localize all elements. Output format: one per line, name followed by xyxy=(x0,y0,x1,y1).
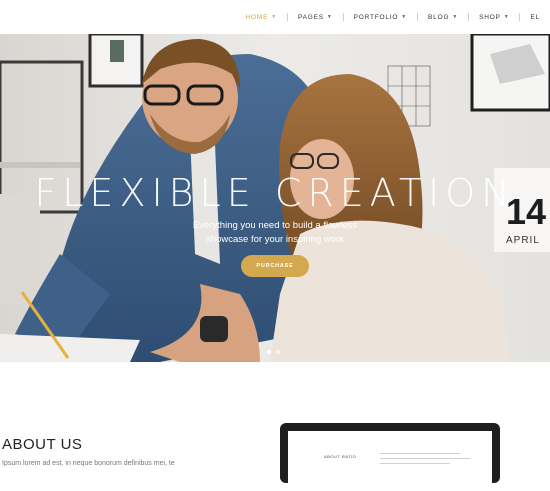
nav-item-pages[interactable]: PAGES ▼ xyxy=(288,14,343,21)
nav-item-label: HOME xyxy=(245,13,269,21)
slider-pagination xyxy=(267,350,280,354)
laptop-screen-label: ABOUT RATIO xyxy=(324,454,357,459)
slider-dot[interactable] xyxy=(276,350,280,354)
hero-subtitle-line: Everything you need to build a flawless xyxy=(192,220,358,231)
main-nav: HOME ▼ PAGES ▼ PORTFOLIO ▼ BLOG ▼ SHOP ▼… xyxy=(236,0,550,34)
laptop-mockup: ABOUT RATIO xyxy=(280,423,500,491)
chevron-down-icon: ▼ xyxy=(271,14,277,20)
nav-item-label: SHOP xyxy=(479,13,501,21)
nav-item-blog[interactable]: BLOG ▼ xyxy=(418,14,468,21)
nav-item-portfolio[interactable]: PORTFOLIO ▼ xyxy=(344,14,417,21)
hero-title: FLEXIBLE CREATION xyxy=(34,171,516,215)
chevron-down-icon: ▼ xyxy=(503,14,510,20)
hero-slider: 14 APRIL FLEXIBLE CREATION Everything yo… xyxy=(0,34,550,362)
hero-subtitle: Everything you need to build a flawless … xyxy=(0,219,550,247)
hero-subtitle-line: showcase for your inspiring work xyxy=(206,234,344,245)
laptop-screen: ABOUT RATIO xyxy=(288,431,492,491)
chevron-down-icon: ▼ xyxy=(401,14,408,20)
nav-item-label: EL xyxy=(530,13,540,21)
nav-item-elements[interactable]: EL xyxy=(520,14,550,21)
chevron-down-icon: ▼ xyxy=(452,14,459,20)
purchase-button[interactable]: PURCHASE xyxy=(241,255,309,277)
nav-item-label: PORTFOLIO xyxy=(353,13,399,21)
nav-item-home[interactable]: HOME ▼ xyxy=(236,14,287,21)
about-heading: ABOUT US xyxy=(2,436,83,453)
chevron-down-icon: ▼ xyxy=(326,14,333,20)
nav-item-label: BLOG xyxy=(428,13,450,21)
nav-item-shop[interactable]: SHOP ▼ xyxy=(469,14,519,21)
text-placeholder-line xyxy=(380,463,450,464)
about-text: Ipsum lorem ad est, in neque bonorum def… xyxy=(2,460,175,467)
text-placeholder-line xyxy=(380,458,470,459)
text-placeholder-line xyxy=(380,453,460,454)
slider-dot[interactable] xyxy=(267,350,271,354)
header-bar: HOME ▼ PAGES ▼ PORTFOLIO ▼ BLOG ▼ SHOP ▼… xyxy=(0,0,550,35)
nav-item-label: PAGES xyxy=(297,13,324,21)
